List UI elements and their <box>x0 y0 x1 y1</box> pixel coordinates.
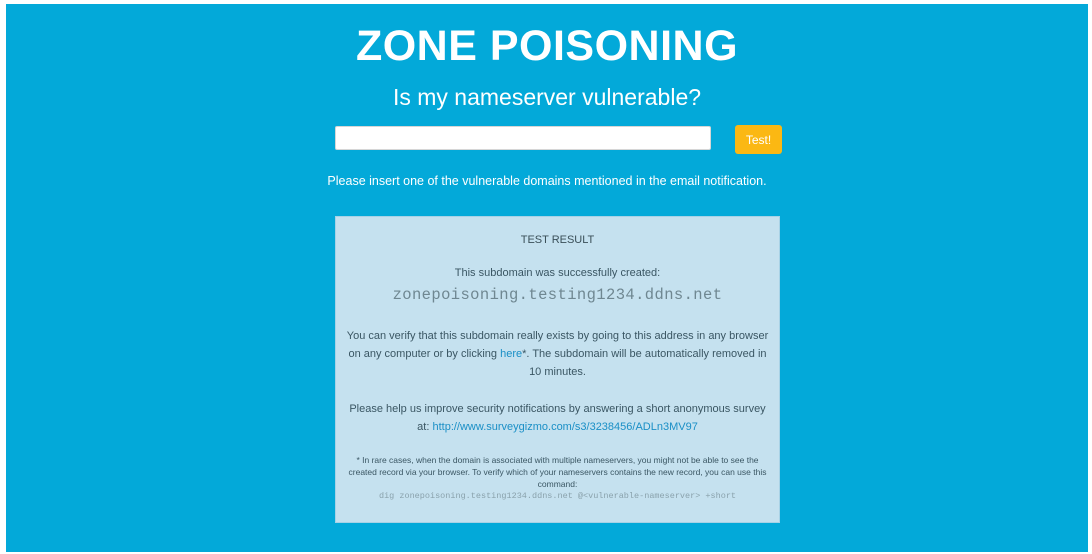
here-link[interactable]: here <box>500 348 522 360</box>
survey-message: Please help us improve security notifica… <box>346 400 769 436</box>
footnote-text: * In rare cases, when the domain is asso… <box>348 455 767 489</box>
page-title: ZONE POISONING <box>355 22 739 70</box>
survey-link[interactable]: http://www.surveygizmo.com/s3/3238456/AD… <box>432 421 697 433</box>
verify-message: You can verify that this subdomain reall… <box>346 327 769 381</box>
domain-input[interactable] <box>335 126 711 150</box>
test-button[interactable]: Test! <box>735 125 782 154</box>
verify-text-after: *. The subdomain will be automatically r… <box>522 348 767 378</box>
page-background: ZONE POISONING Is my nameserver vulnerab… <box>6 4 1088 552</box>
test-result-panel: TEST RESULT This subdomain was successfu… <box>335 216 780 523</box>
page-subtitle: Is my nameserver vulnerable? <box>392 84 702 110</box>
dig-command: dig zonepoisoning.testing1234.ddns.net @… <box>378 491 737 501</box>
result-heading: TEST RESULT <box>520 234 595 246</box>
created-subdomain: zonepoisoning.testing1234.ddns.net <box>392 286 723 304</box>
instruction-text: Please insert one of the vulnerable doma… <box>327 174 767 188</box>
footnote: * In rare cases, when the domain is asso… <box>342 454 773 502</box>
created-message: This subdomain was successfully created: <box>454 267 661 279</box>
